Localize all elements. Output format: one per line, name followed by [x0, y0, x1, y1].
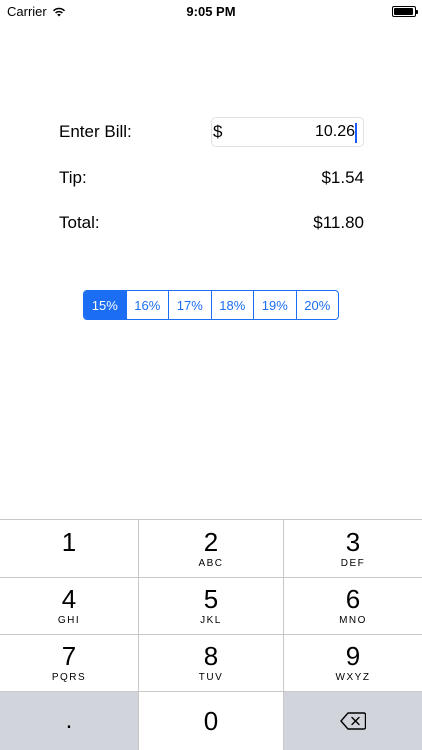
bill-value: 10.26 [314, 123, 355, 140]
tip-option-17[interactable]: 17% [168, 291, 211, 319]
key-delete[interactable] [284, 692, 422, 750]
text-caret [355, 123, 357, 143]
key-3[interactable]: 3 DEF [284, 520, 422, 578]
tip-option-19[interactable]: 19% [253, 291, 296, 319]
key-letters: WXYZ [335, 672, 371, 683]
key-7[interactable]: 7 PQRS [0, 635, 139, 692]
backspace-icon [340, 712, 366, 730]
key-letters: ABC [198, 557, 224, 569]
total-value: $11.80 [313, 213, 364, 232]
key-6[interactable]: 6 MNO [284, 578, 422, 635]
key-2[interactable]: 2 ABC [139, 520, 284, 578]
key-letters: PQRS [51, 672, 87, 683]
key-8[interactable]: 8 TUV [139, 635, 284, 692]
tip-calculator-screen: Carrier 9:05 PM Enter Bill: $ 10.26 Tip:… [0, 0, 422, 750]
key-digit: 9 [345, 641, 361, 671]
decimal-point: . [65, 707, 73, 734]
bill-input[interactable]: $ 10.26 [211, 117, 364, 147]
tip-option-18[interactable]: 18% [210, 291, 254, 319]
key-decimal[interactable]: . [0, 692, 139, 750]
tip-percentage-control: 15% 16% 17% 18% 19% 20% [83, 290, 339, 320]
key-letters: MNO [339, 615, 367, 626]
key-letters: DEF [340, 557, 366, 569]
key-5[interactable]: 5 JKL [139, 578, 284, 635]
key-digit: 3 [345, 526, 361, 557]
total-label: Total: [59, 213, 100, 232]
key-letters: TUV [198, 672, 224, 683]
key-0[interactable]: 0 [139, 692, 284, 750]
key-letters: GHI [57, 615, 81, 626]
key-9[interactable]: 9 WXYZ [284, 635, 422, 692]
key-letters: JKL [200, 615, 222, 626]
key-digit: 0 [203, 706, 219, 736]
key-digit: 6 [345, 584, 361, 614]
tip-row: Tip: $1.54 [59, 163, 364, 193]
key-digit: 5 [203, 584, 219, 614]
tip-option-15[interactable]: 15% [84, 291, 126, 319]
key-digit: 8 [203, 641, 219, 671]
key-digit: 1 [61, 526, 77, 557]
key-4[interactable]: 4 GHI [0, 578, 139, 635]
battery-level [394, 8, 413, 15]
key-1[interactable]: 1 [0, 520, 139, 578]
key-digit: 2 [203, 526, 219, 557]
currency-symbol: $ [213, 122, 223, 141]
battery-icon [392, 6, 418, 17]
status-time: 9:05 PM [186, 4, 236, 19]
key-digit: 7 [61, 641, 77, 671]
tip-label: Tip: [59, 168, 87, 187]
total-row: Total: $11.80 [59, 208, 364, 238]
bill-label: Enter Bill: [59, 122, 132, 141]
tip-option-20[interactable]: 20% [295, 291, 339, 319]
bill-row: Enter Bill: $ 10.26 [59, 117, 364, 147]
tip-value: $1.54 [321, 168, 364, 187]
numeric-keypad: 1 2 ABC 3 DEF 4 GHI 5 JKL 6 MNO 7 PQRS 8 [0, 519, 422, 750]
key-digit: 4 [61, 584, 77, 614]
status-bar: Carrier 9:05 PM [0, 0, 422, 24]
tip-option-16[interactable]: 16% [125, 291, 169, 319]
